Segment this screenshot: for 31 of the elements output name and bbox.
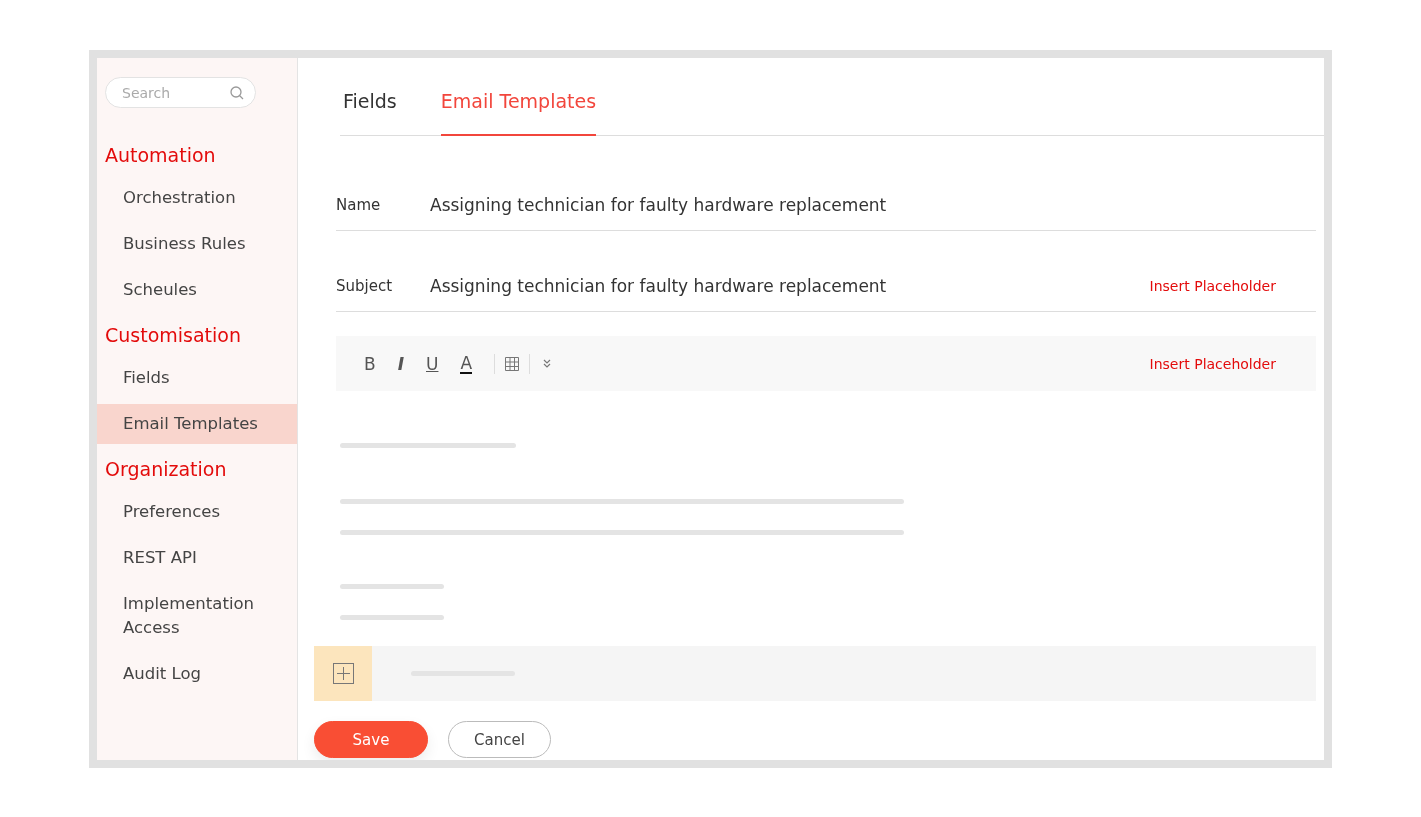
color-button[interactable]: A bbox=[460, 353, 473, 374]
sidebar-item[interactable]: Scheules bbox=[97, 270, 297, 310]
sidebar-item[interactable]: Implementation Access bbox=[97, 584, 297, 648]
tab[interactable]: Fields bbox=[343, 90, 397, 136]
search-icon bbox=[230, 86, 244, 100]
search-field[interactable]: Search bbox=[105, 77, 256, 108]
plus-square-icon bbox=[332, 663, 354, 684]
sidebar-item[interactable]: Orchestration bbox=[97, 178, 297, 218]
bold-button[interactable]: B bbox=[364, 354, 376, 373]
sidebar-item[interactable]: Business Rules bbox=[97, 224, 297, 264]
field-label: Name bbox=[336, 196, 382, 214]
section-heading: Customisation bbox=[104, 324, 242, 346]
insert-placeholder-link[interactable]: Insert Placeholder bbox=[1149, 278, 1276, 294]
underline-button[interactable]: U bbox=[426, 354, 439, 373]
sidebar-item[interactable]: Preferences bbox=[97, 492, 297, 532]
field-value[interactable]: Assigning technician for faulty hardware replacement bbox=[430, 195, 1316, 215]
sidebar-item[interactable]: Audit Log bbox=[97, 654, 297, 694]
cancel-button[interactable]: Cancel bbox=[448, 721, 551, 758]
sidebar-item[interactable]: Fields bbox=[97, 358, 297, 398]
section-heading: Automation bbox=[104, 144, 217, 166]
section-heading: Organization bbox=[104, 458, 228, 480]
tab[interactable]: Email Templates bbox=[440, 90, 597, 136]
sidebar-item[interactable]: REST API bbox=[97, 538, 297, 578]
sidebar-item[interactable]: Email Templates bbox=[97, 404, 297, 444]
add-attachment-button[interactable] bbox=[314, 646, 372, 701]
table-icon[interactable] bbox=[505, 356, 520, 371]
field-label: Subject bbox=[336, 277, 394, 295]
insert-placeholder-link[interactable]: Insert Placeholder bbox=[1149, 355, 1276, 372]
field-value[interactable]: Assigning technician for faulty hardware replacement bbox=[430, 276, 1150, 296]
chevrons-down-icon[interactable] bbox=[542, 358, 553, 369]
italic-button[interactable]: I bbox=[397, 354, 404, 373]
